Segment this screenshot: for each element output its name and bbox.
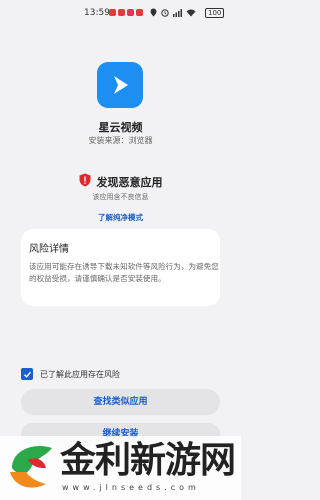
- risk-details-card: 风险详情 该应用可能存在诱导下载未知软件等风险行为，为避免您的权益受损，请谨慎确…: [21, 229, 220, 306]
- warning-subtitle: 该应用含不良信息: [92, 193, 149, 201]
- warning-title: 发现恶意应用: [96, 175, 163, 189]
- watermark-url: www.jlnseeds.com: [62, 483, 200, 492]
- alarm-icon: [161, 8, 169, 20]
- app-icon: [97, 62, 143, 108]
- consent-label: 已了解此应用存在风险: [40, 369, 120, 379]
- watermark-brand: 金利新游网: [60, 439, 236, 481]
- pure-mode-link[interactable]: 了解纯净模式: [0, 212, 241, 223]
- notification-icons: [109, 9, 143, 16]
- location-icon: [150, 8, 157, 20]
- shield-warning-icon: [79, 172, 91, 191]
- find-similar-button[interactable]: 查找类似应用: [21, 389, 220, 415]
- install-source: 安装来源：浏览器: [88, 136, 153, 145]
- watermark-logo: [6, 438, 58, 500]
- notification-app-icon: [118, 9, 125, 16]
- notification-app-icon: [127, 9, 134, 16]
- system-icons: [150, 8, 196, 20]
- risk-title: 风险详情: [29, 244, 69, 255]
- check-icon: [23, 371, 31, 378]
- signal-icon: [173, 8, 182, 20]
- malware-warning: 发现恶意应用: [0, 172, 241, 191]
- consent-checkbox[interactable]: [21, 368, 33, 380]
- app-name: 星云视频: [98, 121, 143, 134]
- battery-icon: 100: [205, 8, 225, 18]
- play-arrow-icon: [114, 76, 128, 94]
- watermark: 金利新游网 www.jlnseeds.com: [0, 436, 241, 500]
- status-bar: 13:59 100: [0, 0, 241, 26]
- status-time: 13:59: [84, 8, 110, 18]
- wifi-icon: [186, 9, 196, 20]
- risk-consent-row[interactable]: 已了解此应用存在风险: [21, 368, 120, 380]
- notification-app-icon: [136, 9, 143, 16]
- risk-description: 该应用可能存在诱导下载未知软件等风险行为，为避免您的权益受损，请谨慎确认是否安装…: [29, 262, 219, 283]
- notification-app-icon: [109, 9, 116, 16]
